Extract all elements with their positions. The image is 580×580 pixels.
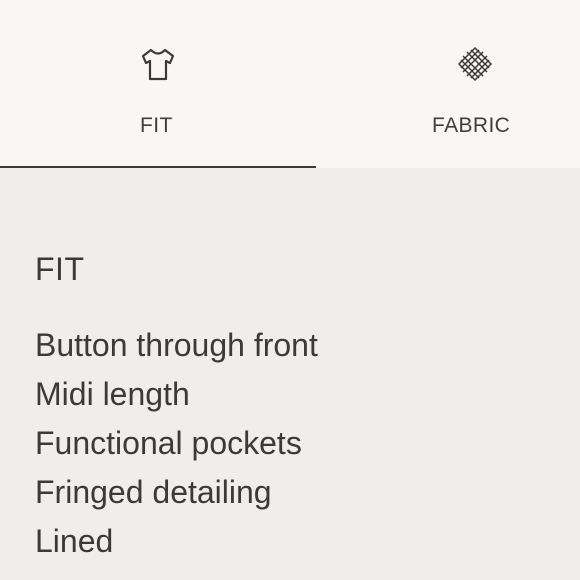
feature-item: Midi length — [35, 376, 190, 412]
panel-title: FIT — [35, 251, 85, 287]
woven-fabric-icon — [455, 44, 495, 84]
feature-list: Button through front Midi length Functio… — [35, 321, 318, 566]
feature-item: Lined — [35, 523, 114, 559]
feature-item: Functional pockets — [35, 425, 302, 461]
tab-bar: FIT FABRIC — [0, 0, 580, 168]
tab-fit[interactable]: FIT — [0, 0, 316, 168]
feature-item: Fringed detailing — [35, 474, 272, 510]
tab-fabric[interactable]: FABRIC — [316, 0, 580, 168]
feature-item: Button through front — [35, 327, 318, 363]
tab-fit-label: FIT — [140, 114, 173, 137]
tab-fabric-label: FABRIC — [432, 114, 511, 137]
t-shirt-icon — [138, 44, 178, 84]
